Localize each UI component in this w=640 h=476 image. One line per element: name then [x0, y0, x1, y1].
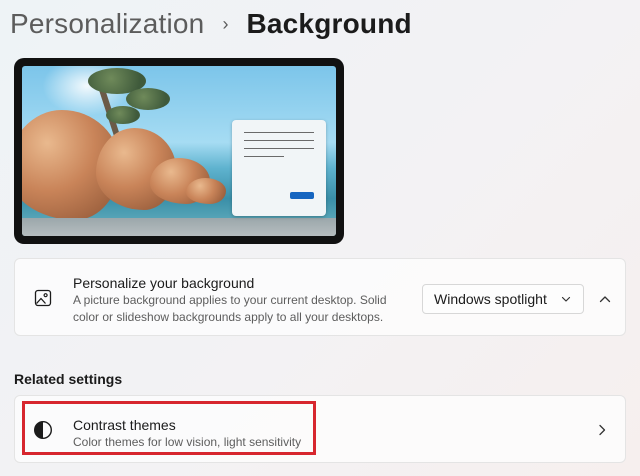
breadcrumb-personalization[interactable]: Personalization [10, 8, 204, 40]
background-type-dropdown[interactable]: Windows spotlight [422, 284, 584, 314]
collapse-button[interactable] [593, 287, 617, 311]
wallpaper-image [22, 66, 336, 236]
background-setting-description-2: color or slideshow backgrounds apply to … [73, 310, 384, 324]
window-mockup [232, 120, 326, 216]
background-setting-description-1: A picture background applies to your cur… [73, 293, 387, 307]
contrast-icon [33, 420, 53, 440]
related-settings-heading: Related settings [14, 371, 123, 387]
breadcrumb: Personalization › Background [10, 4, 412, 44]
dropdown-selected-value: Windows spotlight [434, 291, 547, 307]
mock-button [290, 192, 314, 199]
tree-canopy [106, 106, 140, 124]
mock-line [244, 140, 314, 141]
mock-line [244, 132, 314, 133]
chevron-down-icon [561, 296, 571, 302]
page-title: Background [246, 8, 412, 39]
desktop-preview [14, 58, 344, 244]
contrast-themes-title: Contrast themes [73, 417, 176, 433]
personalize-background-card[interactable]: Personalize your background A picture ba… [14, 258, 626, 336]
picture-icon [33, 288, 53, 308]
mock-line [244, 156, 284, 157]
mock-line [244, 148, 314, 149]
contrast-themes-row[interactable]: Contrast themes Color themes for low vis… [14, 395, 626, 463]
rock [186, 178, 226, 204]
chevron-right-icon [599, 424, 606, 436]
chevron-up-icon [599, 296, 611, 303]
taskbar-strip [22, 218, 336, 236]
background-setting-title: Personalize your background [73, 275, 255, 291]
breadcrumb-chevron-icon: › [222, 13, 229, 34]
contrast-themes-description: Color themes for low vision, light sensi… [73, 435, 302, 449]
